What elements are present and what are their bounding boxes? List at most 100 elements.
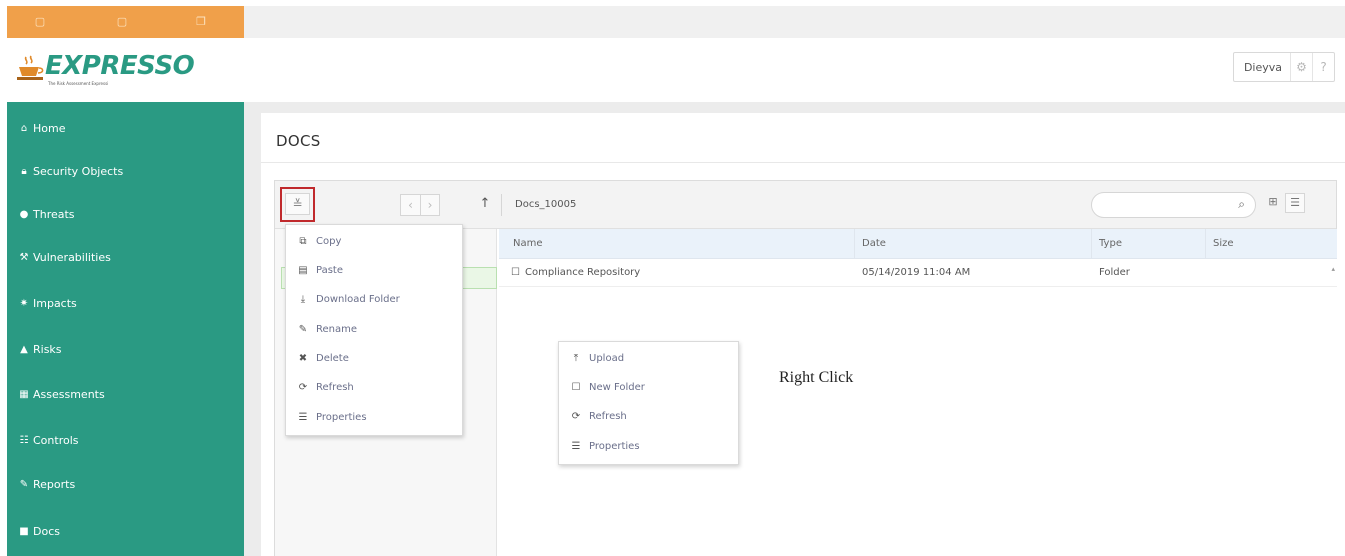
sidebar-item-assessments[interactable]: ▦ Assessments [7,372,244,416]
menu-item-label: Refresh [589,410,627,422]
column-header-name[interactable]: Name [513,229,543,259]
column-header-type[interactable]: Type [1099,229,1122,259]
menu-item-delete[interactable]: ✖ Delete [286,343,462,373]
highlight-box [280,187,315,222]
sidebar-item-docs[interactable]: ■ Docs [7,509,244,553]
menu-item-new-folder[interactable]: ☐ New Folder [559,372,738,402]
page-title: DOCS [276,132,321,150]
menu-item-upload[interactable]: ⤒ Upload [559,343,738,373]
breadcrumb[interactable]: Docs_10005 [515,194,576,216]
search-input[interactable]: ⌕ [1091,192,1256,218]
grid-icon: ⊞ [1268,195,1278,208]
sidebar-item-label: Assessments [33,387,105,401]
forward-button[interactable]: › [420,194,440,216]
sidebar-item-vulnerabilities[interactable]: ⚒ Vulnerabilities [7,235,244,279]
column-divider [1091,229,1092,259]
toolbar-icon-2[interactable]: ▢ [115,15,129,29]
toolbar-icon-1[interactable]: ▢ [33,15,47,29]
cell-date: 05/14/2019 11:04 AM [862,267,971,278]
user-name[interactable]: Dieyva [1234,61,1290,74]
search-icon[interactable]: ⌕ [1238,197,1245,212]
edit-icon: ✎ [298,323,308,335]
sidebar-item-threats[interactable]: ● Threats [7,192,244,236]
app-window: ▢ ▢ ❐ EXPRESSO The Risk Assessment Expre… [0,0,1345,556]
toolbar-divider [501,194,502,216]
folder-icon: ■ [19,525,29,537]
menu-item-paste[interactable]: ▤ Paste [286,255,462,285]
sidebar: ⌂ Home 🔒︎ Security Objects ● Threats ⚒ V… [7,102,244,556]
assessment-icon: ▦ [19,388,29,400]
toolbar-icon-3[interactable]: ❐ [194,15,208,29]
file-manager-toolbar: ≚ ‹ › ↑ Docs_10005 ⌕ ⊞ ☰ [275,181,1336,229]
sidebar-item-controls[interactable]: ☷ Controls [7,418,244,462]
folder-context-menu: ⧉ Copy ▤ Paste ⤓ Download Folder ✎ Renam… [285,224,463,436]
settings-icon[interactable]: ⚙ [1290,53,1312,81]
paste-icon: ▤ [298,264,308,276]
upload-icon: ⤒ [573,352,579,364]
help-icon[interactable]: ? [1312,53,1334,81]
copy-icon: ⧉ [299,235,307,247]
menu-item-properties[interactable]: ☰ Properties [286,402,462,432]
sidebar-item-impacts[interactable]: ✷ Impacts [7,281,244,325]
top-toolbar-strip: ▢ ▢ ❐ [7,6,244,38]
sidebar-item-label: Reports [33,477,76,491]
logo-tagline: The Risk Assessment Expressi [48,81,109,86]
threat-icon: ● [19,208,29,220]
sidebar-item-label: Home [33,121,66,135]
coffee-cup-logo-icon [17,55,44,80]
menu-item-refresh[interactable]: ⟳ Refresh [559,401,738,431]
menu-item-label: Delete [316,352,349,364]
menu-item-label: Paste [316,264,343,276]
menu-item-refresh[interactable]: ⟳ Refresh [286,372,462,402]
sidebar-item-label: Controls [33,433,79,447]
sidebar-item-label: Threats [33,207,75,221]
folder-outline-icon: ☐ [511,267,520,278]
column-divider [854,229,855,259]
column-divider [1205,229,1206,259]
sidebar-item-label: Vulnerabilities [33,250,111,264]
refresh-icon: ⟳ [298,381,308,393]
sidebar-item-home[interactable]: ⌂ Home [7,106,244,150]
menu-item-rename[interactable]: ✎ Rename [286,314,462,344]
home-icon: ⌂ [20,122,28,134]
column-header-size[interactable]: Size [1213,229,1234,259]
scrollbar[interactable]: ▴ [1331,265,1335,273]
wrench-icon: ⚒ [19,251,29,263]
logo-text: EXPRESSO [45,51,195,81]
up-button[interactable]: ↑ [475,194,495,216]
sidebar-item-security-objects[interactable]: 🔒︎ Security Objects [7,149,244,193]
back-button[interactable]: ‹ [400,194,420,216]
refresh-icon: ⟳ [571,410,581,422]
table-row[interactable]: ☐ Compliance Repository 05/14/2019 11:04… [499,259,1337,287]
list-icon: ☰ [298,411,308,423]
area-context-menu: ⤒ Upload ☐ New Folder ⟳ Refresh ☰ Proper… [558,341,739,465]
menu-item-label: New Folder [589,381,645,393]
report-icon: ✎ [19,478,29,490]
top-strip [244,6,1345,38]
menu-item-copy[interactable]: ⧉ Copy [286,226,462,256]
folder-outline-icon: ☐ [571,381,581,393]
menu-item-label: Properties [589,440,640,452]
divider [261,162,1345,163]
grid-view-button[interactable]: ⊞ [1263,193,1283,213]
warning-icon: ▲ [20,343,28,355]
sidebar-item-reports[interactable]: ✎ Reports [7,462,244,506]
header: Dieyva ⚙ ? [244,38,1345,102]
column-header-date[interactable]: Date [862,229,886,259]
sidebar-item-label: Impacts [33,296,77,310]
file-list-header: Name Date Type Size [499,229,1337,259]
cell-type: Folder [1099,267,1130,278]
menu-item-download-folder[interactable]: ⤓ Download Folder [286,284,462,314]
annotation-label: Right Click [779,369,854,386]
lock-icon: 🔒︎ [21,165,27,177]
sidebar-item-risks[interactable]: ▲ Risks [7,327,244,371]
logo-area[interactable]: EXPRESSO The Risk Assessment Expressi [7,38,244,102]
menu-item-label: Copy [316,235,342,247]
menu-item-label: Download Folder [316,293,400,305]
menu-item-label: Upload [589,352,625,364]
menu-item-label: Rename [316,323,358,335]
arrow-up-icon: ↑ [479,196,491,211]
menu-item-properties[interactable]: ☰ Properties [559,431,738,461]
list-icon: ☰ [571,440,581,452]
list-view-button[interactable]: ☰ [1285,193,1305,213]
